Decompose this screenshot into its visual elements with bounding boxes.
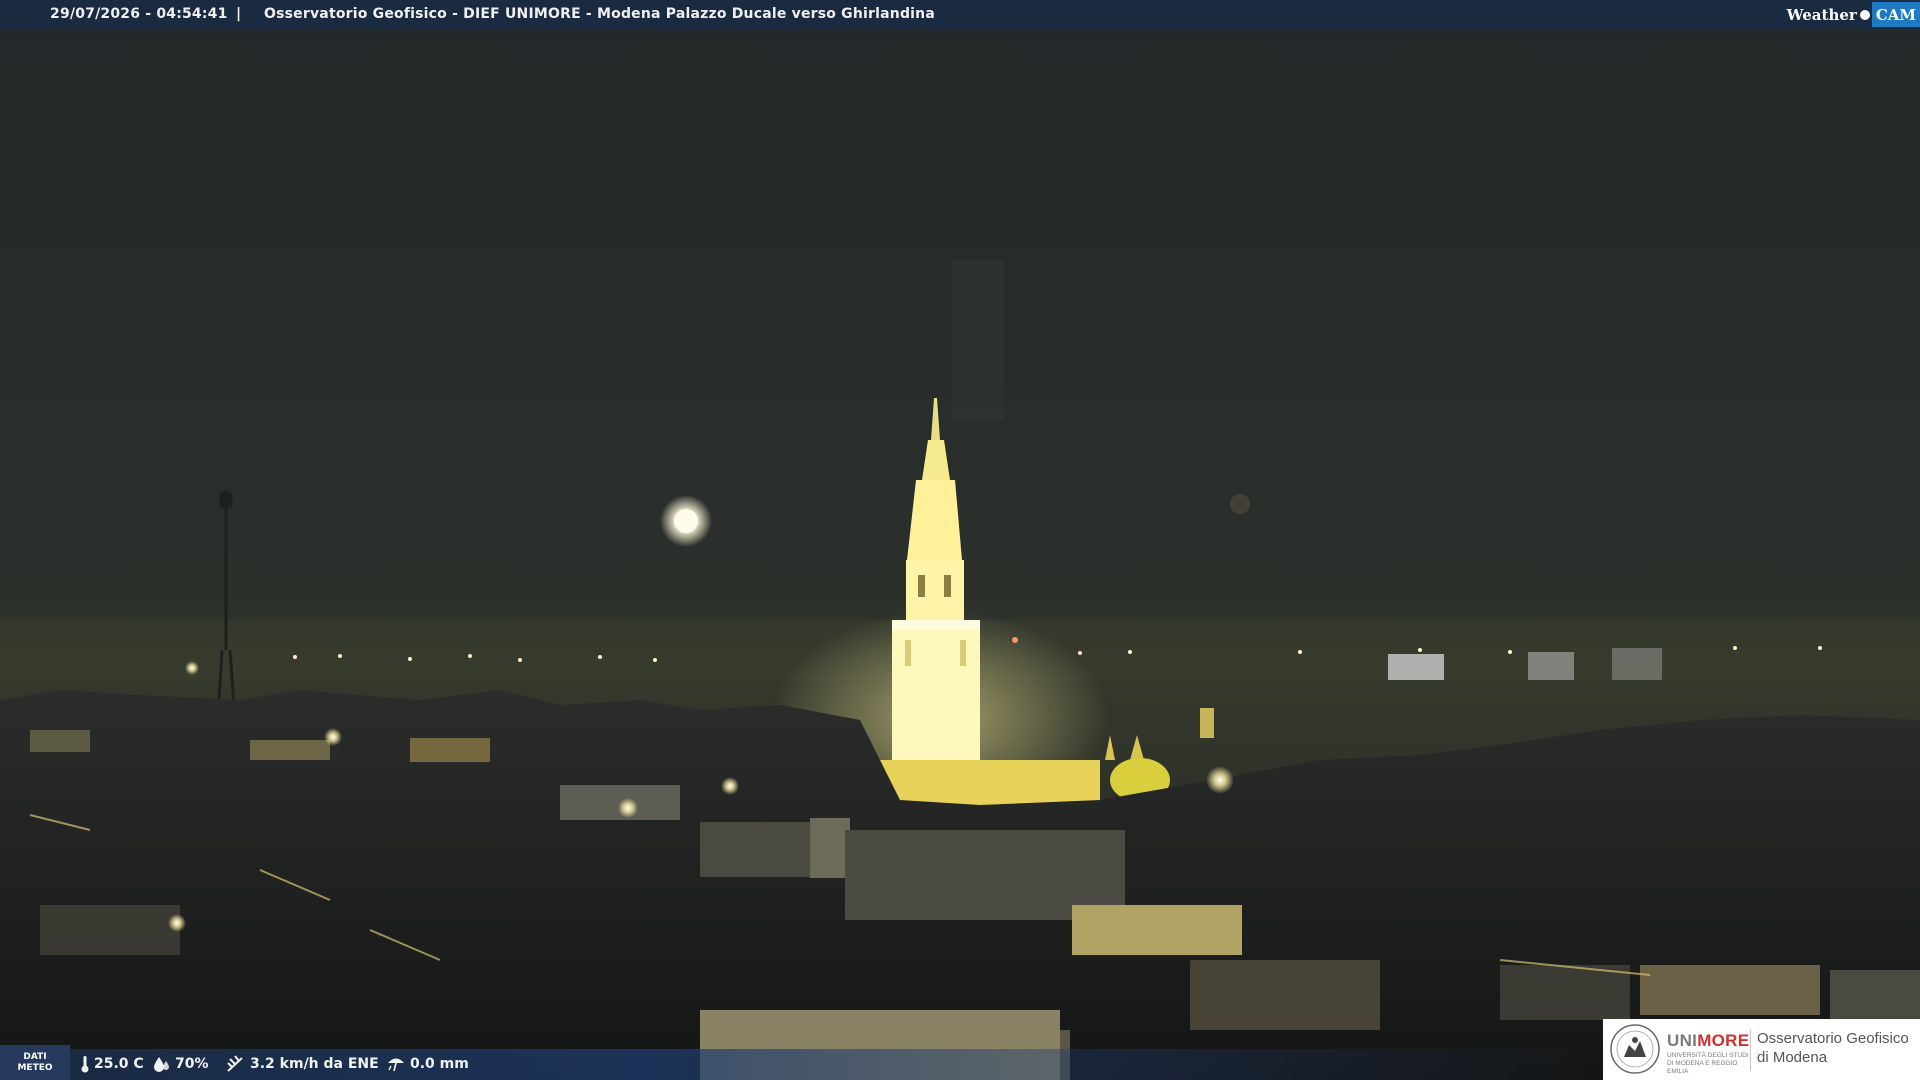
- brand-dot-icon: [1859, 9, 1870, 20]
- brand-cam: CAM: [1871, 2, 1920, 27]
- dati-meteo-line2: METEO: [17, 1063, 53, 1073]
- humidity-drop-icon: [154, 1057, 169, 1072]
- humidity-value: 70%: [175, 1056, 209, 1072]
- webcam-view: 29/07/2026 - 04:54:41 | Osservatorio Geo…: [0, 0, 1920, 1080]
- distant-building: [1528, 652, 1574, 680]
- top-info-bar: 29/07/2026 - 04:54:41 | Osservatorio Geo…: [0, 0, 1920, 29]
- moon: [674, 509, 698, 533]
- dati-meteo-line1: DATI: [23, 1052, 47, 1062]
- observatory-name: Osservatorio Geofisico di Modena: [1757, 1029, 1909, 1067]
- distant-building: [1612, 648, 1662, 680]
- temperature-readout: 25.0 C: [80, 1055, 144, 1073]
- unimore-subtitle: UNIVERSITÀ DEGLI STUDI DI MODENA E REGGI…: [1667, 1052, 1749, 1075]
- unimore-part2: MORE: [1697, 1031, 1750, 1050]
- tower-reflection: [952, 260, 1004, 420]
- university-seal-icon: [1610, 1024, 1660, 1074]
- temperature-value: 25.0 C: [94, 1056, 144, 1072]
- wind-readout: 3.2 km/h da ENE: [226, 1055, 379, 1073]
- timestamp: 29/07/2026 - 04:54:41: [50, 6, 228, 22]
- rain-value: 0.0 mm: [410, 1056, 469, 1072]
- dati-meteo-label: DATI METEO: [0, 1045, 70, 1080]
- weathercam-logo: Weather CAM: [1787, 0, 1920, 29]
- observatory-line2: di Modena: [1757, 1049, 1828, 1066]
- humidity-readout: 70%: [153, 1055, 209, 1073]
- rain-icon: [388, 1058, 404, 1072]
- thermometer-icon: [81, 1056, 89, 1073]
- wind-icon: [227, 1055, 243, 1072]
- camera-location: Osservatorio Geofisico - DIEF UNIMORE - …: [264, 6, 935, 22]
- observatory-line1: Osservatorio Geofisico: [1757, 1030, 1909, 1047]
- brand-weather: Weather: [1786, 5, 1857, 24]
- lens-flare: [1230, 494, 1250, 514]
- unimore-observatory-logo: UNIMORE UNIVERSITÀ DEGLI STUDI DI MODENA…: [1603, 1019, 1920, 1080]
- night-city-scene: [0, 0, 1920, 1080]
- rain-readout: 0.0 mm: [386, 1055, 469, 1073]
- unimore-wordmark: UNIMORE: [1667, 1031, 1749, 1051]
- logo-divider: [1750, 1029, 1751, 1071]
- separator: |: [236, 6, 242, 22]
- unimore-part1: UNI: [1667, 1031, 1698, 1050]
- wind-value: 3.2 km/h da ENE: [250, 1056, 379, 1072]
- distant-building: [1388, 654, 1444, 680]
